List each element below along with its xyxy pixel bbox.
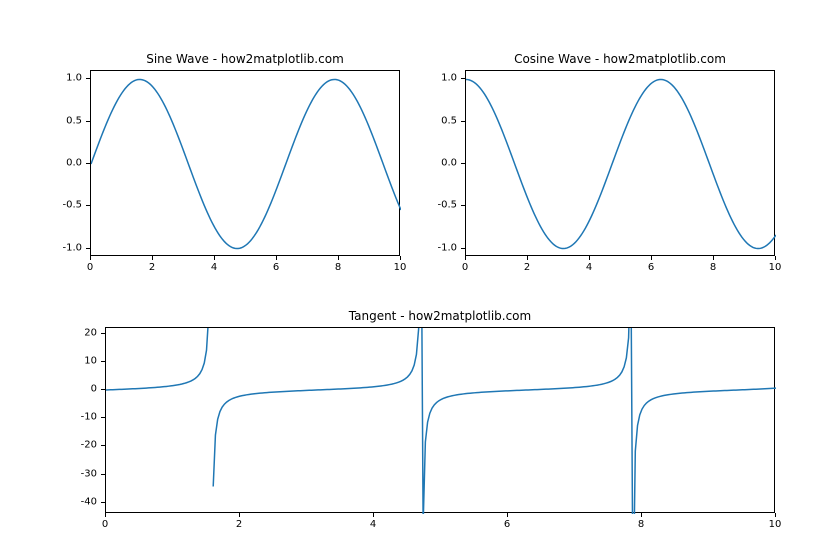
x-tick <box>641 513 642 517</box>
y-tick-label: 1.0 <box>66 73 82 84</box>
y-tick <box>101 502 105 503</box>
y-tick <box>101 417 105 418</box>
y-tick <box>101 333 105 334</box>
y-tick-label: -1.0 <box>62 242 82 253</box>
y-tick-label: -40 <box>81 496 97 507</box>
x-tick <box>239 513 240 517</box>
y-tick <box>461 121 465 122</box>
x-tick <box>373 513 374 517</box>
plot-area <box>465 70 775 256</box>
x-tick-label: 10 <box>394 262 407 273</box>
x-tick <box>90 256 91 260</box>
x-tick <box>152 256 153 260</box>
x-tick-label: 8 <box>335 262 341 273</box>
x-tick <box>713 256 714 260</box>
y-tick-label: -30 <box>81 468 97 479</box>
y-tick <box>461 78 465 79</box>
y-tick <box>86 121 90 122</box>
x-tick <box>338 256 339 260</box>
y-tick <box>86 163 90 164</box>
x-tick <box>214 256 215 260</box>
y-tick-label: 20 <box>84 327 97 338</box>
chart-title: Sine Wave - how2matplotlib.com <box>146 52 344 66</box>
y-tick-label: -0.5 <box>437 200 457 211</box>
y-tick <box>101 389 105 390</box>
x-tick <box>507 513 508 517</box>
x-tick <box>589 256 590 260</box>
x-tick <box>276 256 277 260</box>
y-tick <box>101 445 105 446</box>
x-tick-label: 6 <box>504 519 510 530</box>
x-tick-label: 4 <box>211 262 217 273</box>
y-tick <box>86 205 90 206</box>
x-tick-label: 4 <box>370 519 376 530</box>
y-tick <box>461 163 465 164</box>
y-tick <box>101 361 105 362</box>
x-tick <box>775 513 776 517</box>
x-tick-label: 6 <box>648 262 654 273</box>
x-tick <box>651 256 652 260</box>
y-tick <box>461 205 465 206</box>
line-series-sine <box>91 71 401 257</box>
y-tick-label: 0.5 <box>441 115 457 126</box>
y-tick-label: -10 <box>81 412 97 423</box>
y-tick <box>86 78 90 79</box>
x-tick-label: 6 <box>273 262 279 273</box>
line-series-tangent <box>106 328 776 514</box>
x-tick <box>105 513 106 517</box>
x-tick-label: 0 <box>87 262 93 273</box>
figure: Sine Wave - how2matplotlib.com 0 2 4 6 8 10 -… <box>0 0 840 560</box>
x-tick-label: 0 <box>102 519 108 530</box>
x-tick <box>527 256 528 260</box>
y-tick-label: 10 <box>84 355 97 366</box>
plot-area <box>105 327 775 513</box>
x-tick-label: 0 <box>462 262 468 273</box>
x-tick <box>465 256 466 260</box>
line-series-cosine <box>466 71 776 257</box>
x-tick-label: 2 <box>149 262 155 273</box>
chart-title: Tangent - how2matplotlib.com <box>349 309 531 323</box>
y-tick-label: -1.0 <box>437 242 457 253</box>
y-tick-label: 1.0 <box>441 73 457 84</box>
x-tick-label: 10 <box>769 262 782 273</box>
y-tick <box>101 474 105 475</box>
y-tick-label: -20 <box>81 440 97 451</box>
y-tick-label: 0.0 <box>66 158 82 169</box>
y-tick <box>86 248 90 249</box>
y-tick <box>461 248 465 249</box>
y-tick-label: 0 <box>91 384 97 395</box>
x-tick-label: 8 <box>638 519 644 530</box>
y-tick-label: 0.0 <box>441 158 457 169</box>
plot-area <box>90 70 400 256</box>
x-tick-label: 2 <box>236 519 242 530</box>
x-tick-label: 10 <box>769 519 782 530</box>
y-tick-label: -0.5 <box>62 200 82 211</box>
chart-title: Cosine Wave - how2matplotlib.com <box>514 52 726 66</box>
x-tick-label: 2 <box>524 262 530 273</box>
x-tick <box>775 256 776 260</box>
x-tick-label: 4 <box>586 262 592 273</box>
x-tick-label: 8 <box>710 262 716 273</box>
x-tick <box>400 256 401 260</box>
y-tick-label: 0.5 <box>66 115 82 126</box>
